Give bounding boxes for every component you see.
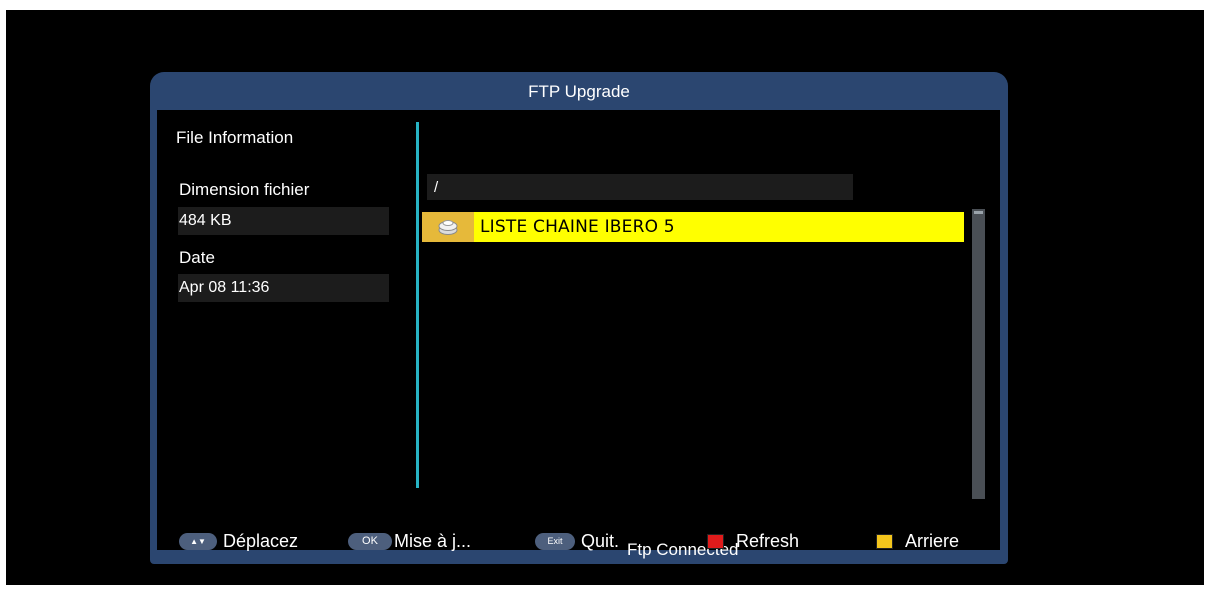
ok-key-icon: OK [348, 533, 392, 550]
yellow-key-icon [876, 534, 893, 549]
up-down-key-icon: ▲▼ [179, 533, 217, 550]
ok-hint: OK Mise à j... [348, 531, 471, 552]
ftp-upgrade-dialog: FTP Upgrade File Information Dimension f… [150, 72, 1008, 564]
scrollbar-thumb[interactable] [974, 211, 983, 214]
date-label: Date [179, 248, 215, 267]
exit-hint: Exit Quit. [535, 531, 619, 552]
file-size-value: 484 KB [178, 207, 389, 235]
file-name: LISTE CHAINE IBERO 5 [480, 217, 675, 237]
red-key-icon [707, 534, 724, 549]
move-label: Déplacez [223, 531, 299, 551]
file-information-heading: File Information [176, 128, 294, 147]
screen-border-right [1204, 0, 1213, 593]
screen-border-top [0, 0, 1213, 10]
refresh-hint: Refresh [707, 531, 799, 552]
back-hint: Arriere [876, 531, 959, 552]
screen-border-left [0, 0, 6, 593]
file-list-scrollbar[interactable] [972, 209, 985, 499]
exit-label: Quit. [581, 531, 620, 551]
dialog-title: FTP Upgrade [528, 82, 630, 101]
move-hint: ▲▼ Déplacez [179, 531, 298, 552]
refresh-label: Refresh [736, 531, 800, 551]
panel-divider [416, 122, 419, 488]
exit-key-icon: Exit [535, 533, 575, 550]
dialog-content: File Information Dimension fichier 484 K… [157, 110, 1000, 559]
date-value: Apr 08 11:36 [178, 274, 389, 302]
file-size-label: Dimension fichier [179, 180, 310, 199]
list-item[interactable]: LISTE CHAINE IBERO 5 [422, 212, 964, 242]
current-path: / [427, 174, 853, 200]
file-stack-icon [422, 212, 474, 242]
back-label: Arriere [905, 531, 960, 551]
ok-label: Mise à j... [394, 531, 472, 551]
key-hint-bar: ▲▼ Déplacez OK Mise à j... Exit Quit. Re… [150, 520, 1008, 564]
screen-border-bottom [0, 585, 1213, 593]
